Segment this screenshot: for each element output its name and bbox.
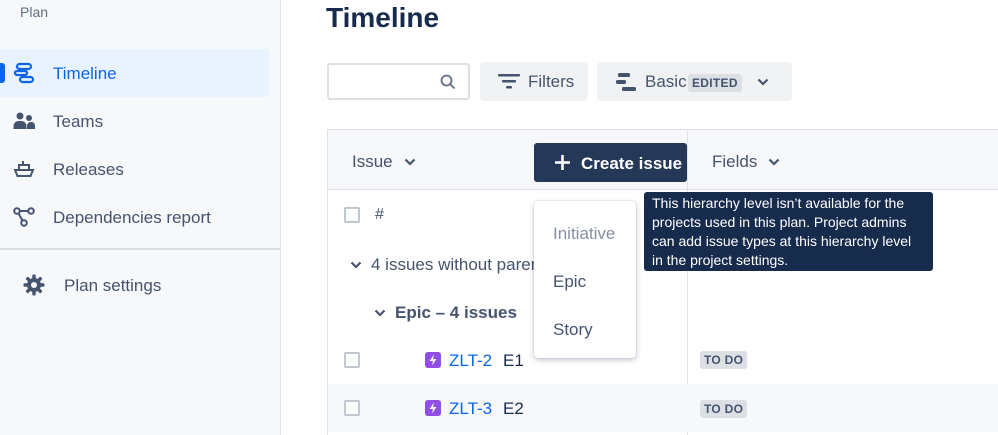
chevron-down-icon [757, 78, 769, 86]
chevron-down-icon [374, 309, 386, 317]
issue-column-header[interactable]: Issue [352, 152, 416, 172]
number-header: # [375, 206, 384, 223]
table-row[interactable]: ZLT-2 E1 TO DO [328, 336, 998, 384]
search-icon [440, 74, 456, 90]
timeline-icon [13, 62, 35, 84]
issue-summary: E1 [503, 351, 524, 370]
sidebar-item-label: Teams [53, 112, 104, 131]
issue-summary: E2 [503, 399, 524, 418]
hierarchy-tooltip: This hierarchy level isn’t available for… [644, 192, 933, 271]
epic-icon [425, 352, 441, 368]
sidebar-divider [0, 248, 281, 250]
active-indicator [0, 63, 5, 83]
dependencies-icon [13, 207, 35, 227]
sidebar-item-dependencies[interactable]: Dependencies report [0, 193, 269, 241]
fields-header-label: Fields [712, 152, 758, 171]
gear-icon [23, 274, 45, 296]
row-checkbox[interactable] [344, 400, 360, 416]
timeline-view-icon [616, 73, 636, 91]
sidebar-item-timeline[interactable]: Timeline [0, 49, 269, 97]
sidebar: Plan Timeline Teams Releases Dependencie… [0, 0, 281, 435]
view-settings-button[interactable]: Basic EDITED [597, 62, 792, 101]
issue-type-menu: Initiative Epic Story [534, 201, 636, 358]
menu-item-epic[interactable]: Epic [553, 272, 586, 292]
issue-key-link[interactable]: ZLT-3 [449, 399, 492, 419]
create-issue-button[interactable]: Create issue [534, 143, 687, 182]
chevron-down-icon [404, 158, 416, 166]
chevron-down-icon [350, 261, 362, 269]
sidebar-item-teams[interactable]: Teams [0, 97, 269, 145]
fields-column-header[interactable]: Fields [712, 152, 780, 172]
menu-item-initiative: Initiative [553, 224, 616, 243]
menu-item-story[interactable]: Story [553, 320, 593, 340]
create-issue-label: Create issue [581, 154, 683, 173]
issue-key-link[interactable]: ZLT-2 [449, 351, 492, 371]
chevron-down-icon [768, 158, 780, 166]
table-row[interactable]: ZLT-3 E2 TO DO [328, 384, 998, 432]
sidebar-item-label: Dependencies report [53, 208, 211, 227]
filters-label: Filters [528, 72, 575, 91]
plus-icon [555, 155, 570, 170]
releases-icon [13, 161, 35, 177]
page-title: Timeline [326, 2, 440, 33]
edited-badge: EDITED [688, 74, 742, 92]
epic-group-label: Epic – 4 issues [395, 303, 517, 322]
filters-button[interactable]: Filters [480, 62, 588, 101]
sidebar-item-plan-settings[interactable]: Plan settings [0, 262, 269, 308]
sidebar-item-label: Releases [53, 160, 124, 179]
select-all-checkbox[interactable] [344, 207, 360, 223]
status-badge: TO DO [700, 400, 748, 418]
epic-group-row[interactable]: Epic – 4 issues [328, 288, 998, 336]
sidebar-item-label: Plan settings [64, 276, 162, 295]
row-checkbox[interactable] [344, 352, 360, 368]
tooltip-text: This hierarchy level isn’t available for… [652, 195, 912, 268]
sidebar-section-label: Plan [20, 4, 49, 20]
issue-header-label: Issue [352, 152, 393, 171]
app-root: Plan Timeline Teams Releases Dependencie… [0, 0, 998, 435]
status-badge: TO DO [700, 351, 748, 369]
epic-icon [425, 400, 441, 416]
view-label: Basic [645, 72, 687, 91]
sidebar-item-label: Timeline [53, 64, 117, 83]
group-label: 4 issues without parent [371, 255, 545, 274]
filter-icon [498, 74, 520, 89]
sidebar-item-releases[interactable]: Releases [0, 145, 269, 193]
teams-icon [13, 112, 35, 129]
search-input[interactable] [327, 63, 470, 100]
